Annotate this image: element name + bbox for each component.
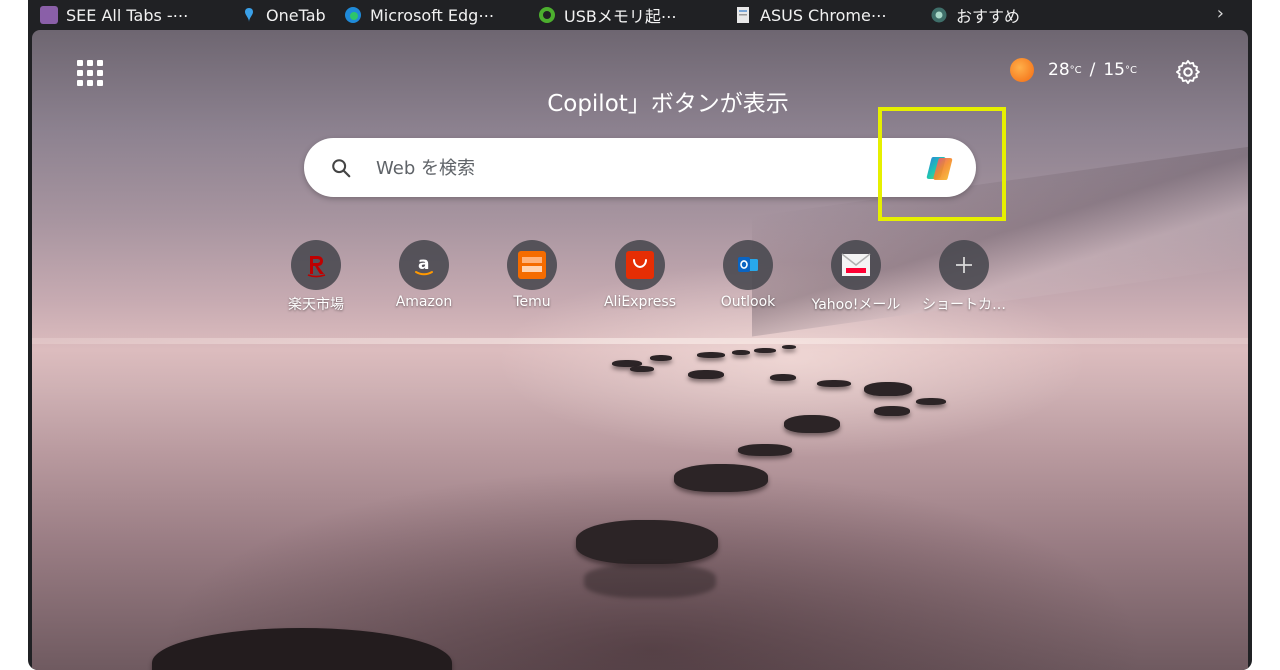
chevron-right-icon[interactable]: › [1217, 0, 1224, 30]
weather-separator: / [1089, 60, 1096, 80]
weather-low: 15 [1103, 60, 1125, 80]
bookmark-microsoft-edge[interactable]: Microsoft Edg⋯ [344, 0, 524, 30]
quick-link-rakuten[interactable]: 楽天市場 [262, 240, 370, 314]
quick-link-outlook[interactable]: Outlook [694, 240, 802, 310]
weather-high: 28 [1048, 60, 1070, 80]
bookmark-asus-chrome[interactable]: ASUS Chrome⋯ [734, 0, 916, 30]
bookmark-label: OneTab [266, 5, 326, 25]
quick-link-temu[interactable]: Temu [478, 240, 586, 310]
background-horizon [32, 338, 1248, 344]
bookmark-label: Microsoft Edg⋯ [370, 5, 495, 25]
bookmark-usb[interactable]: USBメモリ起⋯ [538, 0, 718, 30]
quick-link-label: AliExpress [603, 294, 677, 310]
quick-link-label: Amazon [395, 294, 453, 310]
aliexpress-icon [626, 251, 654, 279]
highlight-box [878, 107, 1006, 221]
search-input[interactable] [374, 152, 898, 184]
gear-icon[interactable] [1174, 58, 1202, 86]
document-icon [734, 6, 752, 24]
quick-link-aliexpress[interactable]: AliExpress [586, 240, 694, 310]
rakuten-icon [307, 256, 326, 278]
globe-icon [930, 6, 948, 24]
weather-widget[interactable]: 28 °C / 15 °C [1010, 58, 1137, 82]
quick-link-label: 楽天市場 [288, 297, 344, 313]
quick-link-amazon[interactable]: a Amazon [370, 240, 478, 310]
bookmark-label: ASUS Chrome⋯ [760, 5, 887, 25]
amazon-icon: a [415, 254, 433, 276]
page-title: Copilot」ボタンが表示 [547, 91, 789, 117]
add-icon [956, 257, 972, 273]
weather-unit: °C [1069, 64, 1082, 76]
apps-launcher-icon[interactable] [77, 60, 103, 86]
quick-link-label: Yahoo!メール [811, 297, 901, 313]
see-all-tabs-icon [40, 6, 58, 24]
search-box[interactable] [304, 138, 976, 197]
usb-site-icon [538, 6, 556, 24]
search-icon [332, 159, 351, 178]
bookmark-label: SEE All Tabs -⋯ [66, 5, 189, 25]
temu-icon [518, 251, 546, 279]
bookmark-label: おすすめ [956, 7, 1021, 26]
sun-icon [1010, 58, 1034, 82]
bookmark-osusume[interactable]: おすすめ [930, 0, 1020, 30]
new-tab-page: 28 °C / 15 °C Copilot」ボタンが表示 Web を検索 楽天市… [32, 30, 1248, 670]
browser-window: SEE All Tabs -⋯ OneTab Microsoft Edg⋯ US… [28, 0, 1252, 670]
svg-text:a: a [418, 254, 429, 274]
bookmark-onetab[interactable]: OneTab [240, 0, 328, 30]
bookmarks-bar: SEE All Tabs -⋯ OneTab Microsoft Edg⋯ US… [28, 0, 1252, 30]
yahoo-mail-icon [841, 253, 871, 276]
bookmark-see-all-tabs[interactable]: SEE All Tabs -⋯ [40, 0, 210, 30]
quick-link-label: Outlook [720, 294, 776, 310]
quick-link-label: Temu [513, 294, 551, 310]
quick-link-label: ショートカ… [922, 297, 1006, 313]
bookmark-label: USBメモリ起⋯ [564, 7, 677, 26]
outlook-icon [738, 257, 758, 272]
quick-link-yahoo-mail[interactable]: Yahoo!メール [802, 240, 910, 314]
edge-icon [344, 6, 362, 24]
onetab-pin-icon [240, 6, 258, 24]
weather-unit: °C [1125, 64, 1137, 76]
quick-link-add-shortcut[interactable]: ショートカ… [910, 240, 1018, 314]
